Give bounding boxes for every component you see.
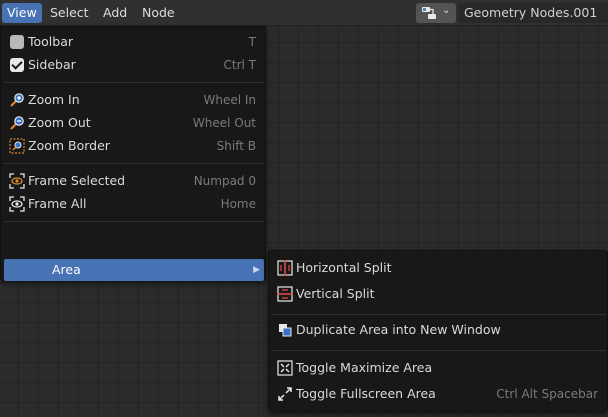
- menu-item-shortcut: Wheel In: [203, 93, 256, 107]
- menu-item-label: Frame Selected: [28, 173, 126, 188]
- menu-item-label: Horizontal Split: [296, 260, 392, 275]
- maximize-area-icon: [277, 360, 293, 376]
- menu-item-label: Toolbar: [28, 34, 74, 49]
- menu-item-zoom-out[interactable]: Zoom Out Wheel Out: [4, 112, 264, 134]
- menu-item-label: Toggle Maximize Area: [296, 360, 433, 375]
- menu-item-frame-all[interactable]: Frame All Home: [4, 193, 264, 215]
- checkbox-off-icon[interactable]: [10, 35, 24, 49]
- menu-item-label: Frame All: [28, 196, 87, 211]
- menu-add[interactable]: Add: [98, 3, 132, 23]
- menu-item-shortcut: Wheel Out: [192, 116, 256, 130]
- menu-divider: [4, 163, 264, 164]
- menu-node[interactable]: Node: [137, 3, 180, 23]
- checkbox-on-icon[interactable]: [10, 58, 24, 72]
- zoom-out-icon: [10, 116, 24, 130]
- horizontal-split-icon: [277, 260, 293, 276]
- chevron-down-icon: ⌄: [442, 5, 451, 16]
- node-editor-header: View Select Add Node ⌄ Geometry Nodes.00…: [0, 0, 608, 26]
- submenu-arrow-icon: ▶: [253, 265, 260, 275]
- frame-selected-icon: [9, 173, 25, 189]
- menu-item-horizontal-split[interactable]: Horizontal Split: [272, 257, 606, 279]
- menu-view[interactable]: View: [2, 3, 42, 23]
- menu-item-label: Sidebar: [28, 57, 76, 72]
- menu-item-label: Zoom In: [28, 92, 80, 107]
- menu-divider: [4, 221, 264, 222]
- menu-divider: [4, 82, 264, 83]
- menu-select[interactable]: Select: [45, 3, 94, 23]
- menu-item-frame-selected[interactable]: Frame Selected Numpad 0: [4, 170, 264, 192]
- menu-item-label: Duplicate Area into New Window: [296, 322, 501, 337]
- menu-item-zoom-in[interactable]: Zoom In Wheel In: [4, 89, 264, 111]
- menu-divider: [272, 314, 606, 315]
- menu-item-toggle-fullscreen[interactable]: Toggle Fullscreen Area Ctrl Alt Spacebar: [272, 383, 606, 405]
- vertical-split-icon: [277, 286, 293, 302]
- menu-item-shortcut: Home: [220, 197, 256, 211]
- menu-item-shortcut: Shift B: [216, 139, 256, 153]
- fullscreen-icon: [278, 387, 292, 401]
- area-submenu: Horizontal Split Vertical Split Duplicat…: [268, 250, 608, 412]
- menu-item-area[interactable]: Area ▶: [4, 259, 264, 281]
- editor-type-dropdown[interactable]: ⌄: [416, 3, 456, 23]
- zoom-in-icon: [10, 93, 24, 107]
- menu-item-toggle-maximize[interactable]: Toggle Maximize Area: [272, 357, 606, 379]
- menu-item-label: Area: [52, 262, 81, 277]
- menu-item-zoom-border[interactable]: Zoom Border Shift B: [4, 135, 264, 157]
- menu-item-label: Zoom Border: [28, 138, 110, 153]
- menu-item-label: Vertical Split: [296, 286, 375, 301]
- menu-item-label: Zoom Out: [28, 115, 91, 130]
- menu-item-shortcut: T: [248, 35, 256, 49]
- zoom-border-icon: [9, 138, 25, 154]
- menu-item-shortcut: Numpad 0: [193, 174, 256, 188]
- node-editor-icon: [422, 7, 436, 19]
- duplicate-window-icon: [279, 324, 292, 337]
- menu-item-shortcut: Ctrl T: [223, 58, 257, 72]
- menu-item-sidebar[interactable]: Sidebar Ctrl T: [4, 54, 264, 76]
- menu-item-vertical-split[interactable]: Vertical Split: [272, 283, 606, 305]
- menu-item-toolbar[interactable]: Toolbar T: [4, 31, 264, 53]
- menu-item-label: Toggle Fullscreen Area: [296, 386, 436, 401]
- menu-item-shortcut: Ctrl Alt Spacebar: [496, 387, 598, 401]
- menu-item-duplicate-area[interactable]: Duplicate Area into New Window: [272, 319, 606, 341]
- view-menu: Toolbar T Sidebar Ctrl T Zoom In Wheel I…: [0, 26, 266, 281]
- frame-all-icon: [9, 196, 25, 212]
- menu-divider: [272, 350, 606, 351]
- node-tree-name-field[interactable]: Geometry Nodes.001: [458, 3, 608, 23]
